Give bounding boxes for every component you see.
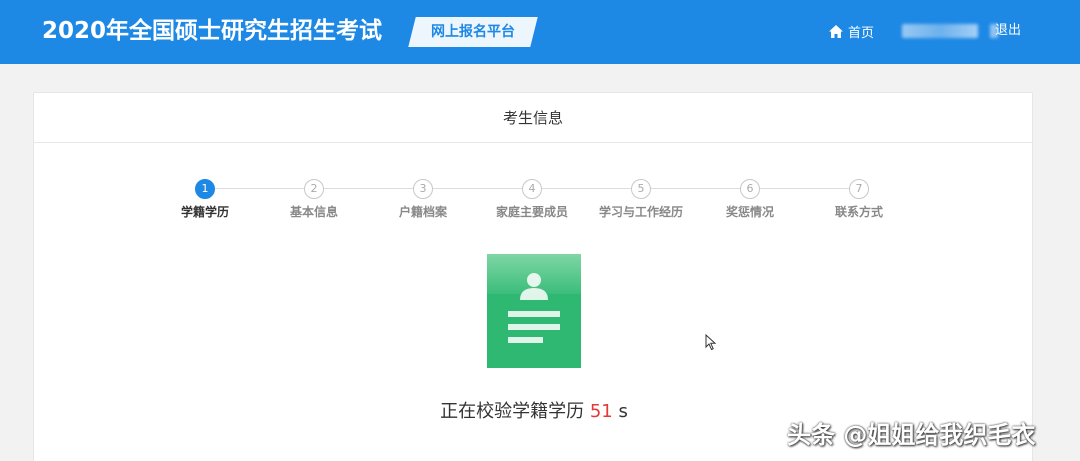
step-connector — [760, 188, 850, 189]
step-2-label[interactable]: 基本信息 — [254, 203, 374, 220]
step-connector — [324, 188, 414, 189]
verify-status-label: 正在校验学籍学历 — [440, 401, 585, 422]
card-title: 考生信息 — [34, 93, 1032, 143]
nav-username-blurred — [902, 24, 978, 38]
countdown-unit: s — [618, 401, 628, 422]
step-6-label[interactable]: 奖惩情况 — [690, 203, 810, 220]
step-connector — [215, 188, 305, 189]
top-header-bar: 2020年全国硕士研究生招生考试 网上报名平台 首页 退出 — [0, 0, 1080, 64]
step-6-circle[interactable]: 6 — [740, 179, 760, 199]
step-5-circle[interactable]: 5 — [631, 179, 651, 199]
step-7-label[interactable]: 联系方式 — [799, 203, 919, 220]
step-1-circle[interactable]: 1 — [195, 179, 215, 199]
step-2-circle[interactable]: 2 — [304, 179, 324, 199]
step-connector — [433, 188, 523, 189]
nav-logout-link[interactable]: 退出 — [995, 21, 1021, 41]
step-4-circle[interactable]: 4 — [522, 179, 542, 199]
step-4-label[interactable]: 家庭主要成员 — [472, 203, 592, 220]
nav-home-link[interactable]: 首页 — [829, 21, 874, 41]
step-3-label[interactable]: 户籍档案 — [363, 203, 483, 220]
step-connector — [651, 188, 741, 189]
mouse-cursor-icon — [705, 334, 717, 351]
watermark: 头条 @姐姐给我织毛衣 — [787, 421, 1036, 449]
nav-home-label: 首页 — [848, 25, 875, 41]
step-1-label[interactable]: 学籍学历 — [145, 203, 265, 220]
countdown-seconds: 51 — [589, 401, 613, 422]
platform-badge: 网上报名平台 — [431, 24, 515, 40]
step-7-circle[interactable]: 7 — [849, 179, 869, 199]
step-5-label[interactable]: 学习与工作经历 — [581, 203, 701, 220]
step-connector — [542, 188, 632, 189]
id-card-icon — [487, 254, 581, 368]
step-3-circle[interactable]: 3 — [413, 179, 433, 199]
student-info-card: 考生信息 1 2 3 4 5 6 7 学籍学历 基本信息 户籍档案 家庭主要成员… — [33, 92, 1033, 461]
home-icon — [829, 24, 843, 38]
site-title: 2020年全国硕士研究生招生考试 — [42, 18, 383, 44]
id-card-graphic — [508, 273, 560, 343]
